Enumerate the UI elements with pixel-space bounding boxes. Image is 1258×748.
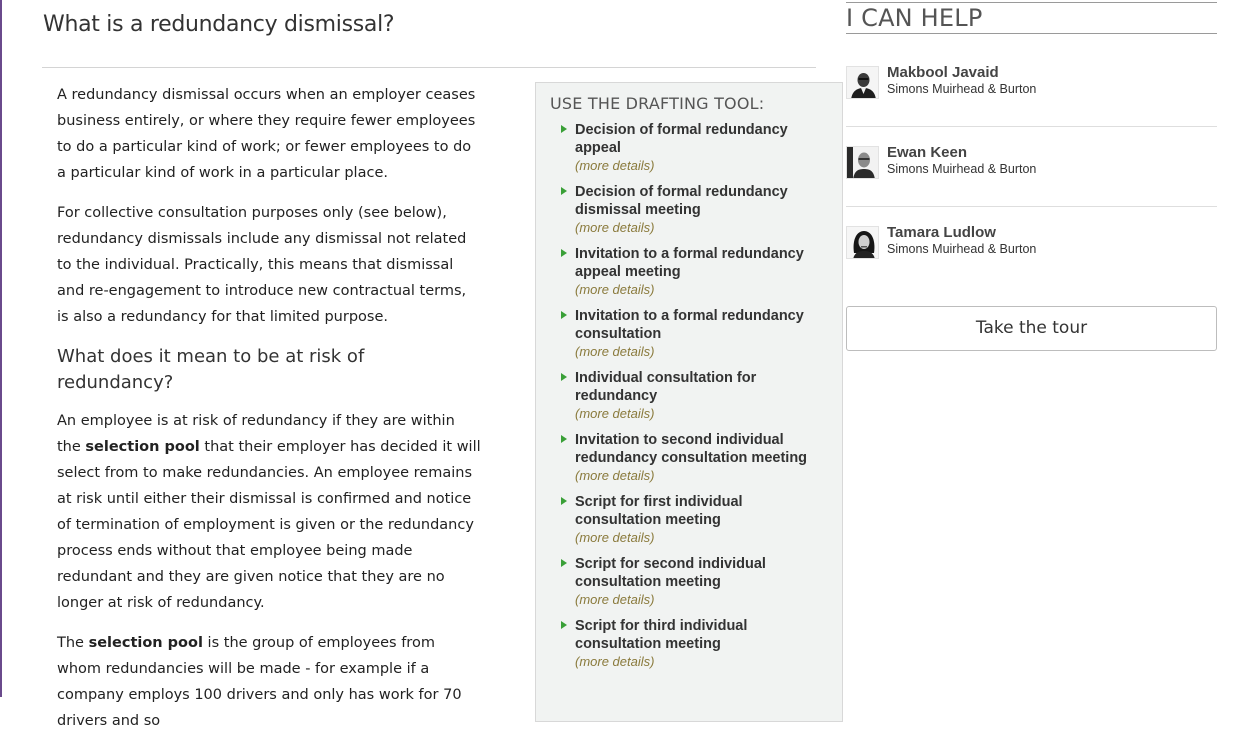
- article-paragraph: An employee is at risk of redundancy if …: [57, 408, 482, 616]
- article-paragraph: The selection pool is the group of emplo…: [57, 630, 482, 734]
- drafting-tool-link[interactable]: Invitation to a formal redundancy appeal…: [575, 245, 820, 281]
- play-arrow-icon: [561, 311, 567, 319]
- more-details-link[interactable]: (more details): [575, 281, 842, 299]
- play-arrow-icon: [561, 249, 567, 257]
- drafting-tool-list: Decision of formal redundancy appeal (mo…: [536, 121, 842, 679]
- drafting-tool-link[interactable]: Script for third individual consultation…: [575, 617, 820, 653]
- expert-name[interactable]: Ewan Keen: [887, 144, 967, 161]
- list-item: Invitation to a formal redundancy consul…: [536, 307, 842, 361]
- expert-card[interactable]: Ewan Keen Simons Muirhead & Burton: [846, 144, 1217, 206]
- sidebar-heading: I CAN HELP: [846, 4, 983, 32]
- drafting-tool-link[interactable]: Invitation to a formal redundancy consul…: [575, 307, 820, 343]
- expert-name[interactable]: Makbool Javaid: [887, 64, 999, 81]
- list-item: Invitation to a formal redundancy appeal…: [536, 245, 842, 299]
- list-item: Invitation to second individual redundan…: [536, 431, 842, 485]
- take-tour-button[interactable]: Take the tour: [846, 306, 1217, 351]
- list-item: Script for first individual consultation…: [536, 493, 842, 547]
- play-arrow-icon: [561, 621, 567, 629]
- expert-divider: [846, 126, 1217, 127]
- play-arrow-icon: [561, 559, 567, 567]
- article-body: A redundancy dismissal occurs when an em…: [57, 82, 482, 748]
- drafting-tool-heading: USE THE DRAFTING TOOL:: [550, 94, 765, 113]
- play-arrow-icon: [561, 187, 567, 195]
- article-paragraph: For collective consultation purposes onl…: [57, 205, 467, 325]
- window-left-edge: [0, 0, 2, 697]
- expert-divider: [846, 206, 1217, 207]
- play-arrow-icon: [561, 435, 567, 443]
- main-content: What is a redundancy dismissal? A redund…: [42, 0, 843, 729]
- drafting-tool-link[interactable]: Script for first individual consultation…: [575, 493, 820, 529]
- more-details-link[interactable]: (more details): [575, 219, 842, 237]
- play-arrow-icon: [561, 125, 567, 133]
- expert-card[interactable]: Tamara Ludlow Simons Muirhead & Burton: [846, 224, 1217, 286]
- list-item: Decision of formal redundancy appeal (mo…: [536, 121, 842, 175]
- more-details-link[interactable]: (more details): [575, 157, 842, 175]
- more-details-link[interactable]: (more details): [575, 653, 842, 671]
- avatar: [846, 66, 879, 99]
- person-portrait-icon: [847, 67, 878, 98]
- expert-name[interactable]: Tamara Ludlow: [887, 224, 996, 241]
- selection-pool-term: selection pool: [88, 635, 203, 651]
- drafting-tool-link[interactable]: Script for second individual consultatio…: [575, 555, 820, 591]
- expert-firm: Simons Muirhead & Burton: [887, 242, 1037, 256]
- section-heading: What does it mean to be at risk of redun…: [57, 346, 365, 393]
- selection-pool-term: selection pool: [85, 439, 200, 455]
- list-item: Decision of formal redundancy dismissal …: [536, 183, 842, 237]
- expert-card[interactable]: Makbool Javaid Simons Muirhead & Burton: [846, 64, 1217, 126]
- expert-firm: Simons Muirhead & Burton: [887, 82, 1037, 96]
- page-title: What is a redundancy dismissal?: [43, 12, 395, 37]
- drafting-tool-link[interactable]: Decision of formal redundancy dismissal …: [575, 183, 820, 219]
- drafting-tool-link[interactable]: Invitation to second individual redundan…: [575, 431, 820, 467]
- more-details-link[interactable]: (more details): [575, 591, 842, 609]
- avatar: [846, 226, 879, 259]
- sidebar-heading-divider: [846, 33, 1217, 34]
- more-details-link[interactable]: (more details): [575, 405, 842, 423]
- title-divider: [42, 67, 816, 68]
- sidebar: I CAN HELP Makbool Javaid Simons Muirhea…: [846, 0, 1217, 697]
- play-arrow-icon: [561, 373, 567, 381]
- drafting-tool-panel: USE THE DRAFTING TOOL: Decision of forma…: [535, 82, 843, 722]
- sidebar-top-divider: [846, 2, 1217, 3]
- person-portrait-icon: [847, 147, 878, 178]
- list-item: Individual consultation for redundancy (…: [536, 369, 842, 423]
- play-arrow-icon: [561, 497, 567, 505]
- text-segment: that their employer has decided it will …: [57, 439, 481, 611]
- person-portrait-icon: [847, 227, 878, 258]
- avatar: [846, 146, 879, 179]
- drafting-tool-link[interactable]: Decision of formal redundancy appeal: [575, 121, 820, 157]
- list-item: Script for third individual consultation…: [536, 617, 842, 671]
- text-segment: The: [57, 635, 89, 651]
- more-details-link[interactable]: (more details): [575, 343, 842, 361]
- list-item: Script for second individual consultatio…: [536, 555, 842, 609]
- expert-firm: Simons Muirhead & Burton: [887, 162, 1037, 176]
- drafting-tool-link[interactable]: Individual consultation for redundancy: [575, 369, 820, 405]
- article-paragraph: A redundancy dismissal occurs when an em…: [57, 87, 476, 181]
- more-details-link[interactable]: (more details): [575, 467, 842, 485]
- more-details-link[interactable]: (more details): [575, 529, 842, 547]
